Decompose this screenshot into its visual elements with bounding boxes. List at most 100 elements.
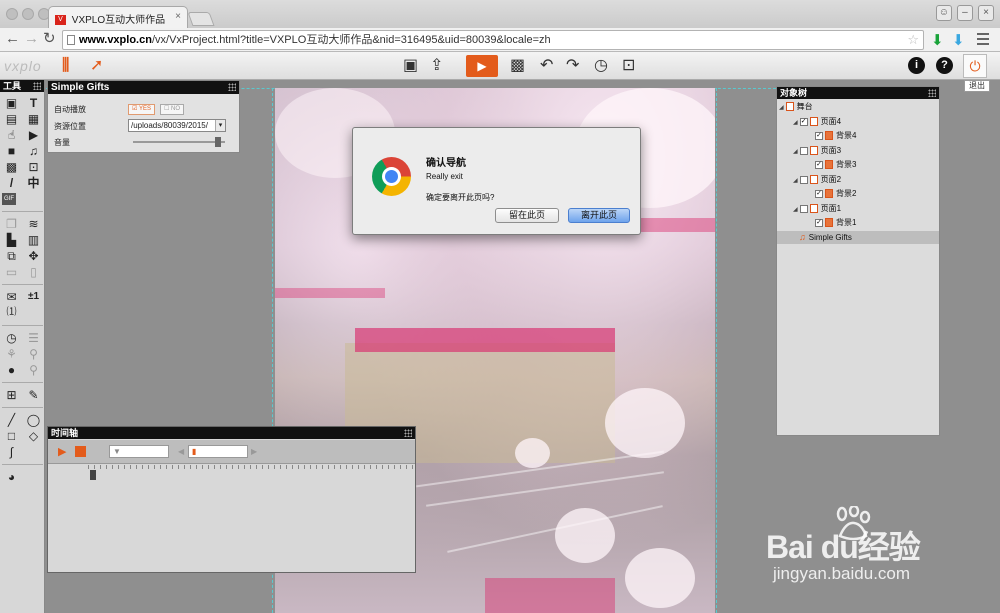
move-icon[interactable]: ✥ — [24, 248, 43, 264]
curve-icon[interactable]: ∫ — [2, 444, 21, 460]
visibility-checkbox[interactable]: ✓ — [815, 218, 823, 227]
tree-node-page[interactable]: ◢ 页面2 — [793, 173, 841, 186]
undo-icon[interactable]: ↶ — [540, 55, 553, 77]
browser-menu-icon[interactable] — [977, 33, 989, 48]
new-tab-button[interactable] — [187, 12, 215, 26]
ellipse-icon[interactable]: ◯ — [24, 412, 43, 428]
timeline-frame-field[interactable]: ▮ — [188, 445, 248, 458]
monitor-icon[interactable]: ▭ — [2, 264, 21, 280]
autoplay-yes-toggle[interactable]: ☑ YES — [128, 104, 155, 115]
qrcode-icon[interactable]: ▩ — [510, 55, 525, 77]
counter-icon[interactable]: ⑴ — [2, 305, 21, 321]
minimize-window-icon[interactable] — [22, 8, 34, 20]
apple-icon[interactable]: ● — [2, 362, 21, 378]
panel-grip-icon[interactable] — [33, 82, 41, 90]
download-arrow-icon[interactable]: ⬇ — [931, 31, 944, 49]
tree-node-background[interactable]: ✓ 背景4 — [815, 129, 856, 142]
image-icon[interactable]: ▣ — [2, 95, 21, 111]
preview-play-button[interactable]: ▶ — [466, 55, 498, 77]
back-icon[interactable]: ← — [5, 31, 20, 47]
share-icon[interactable]: ◕ — [2, 469, 21, 485]
panel-grip-icon[interactable] — [404, 429, 412, 437]
runner-icon[interactable]: ⚘ — [2, 346, 21, 362]
rect-icon[interactable]: □ — [2, 428, 21, 444]
edit-icon[interactable]: ✎ — [24, 387, 43, 403]
volume-slider-handle[interactable] — [215, 137, 221, 147]
comment-icon[interactable]: ✉ — [2, 289, 21, 305]
visibility-checkbox[interactable] — [799, 146, 808, 155]
tree-node-background[interactable]: ✓ 背景1 — [815, 216, 856, 229]
close-window-icon[interactable] — [6, 8, 18, 20]
panel-grip-icon[interactable] — [228, 83, 236, 91]
add-page-icon[interactable]: ▙ — [2, 232, 21, 248]
leave-page-button[interactable]: 离开此页 — [568, 208, 630, 223]
layers-icon[interactable]: ≋ — [24, 216, 43, 232]
slides-icon[interactable]: ▥ — [24, 232, 43, 248]
tree-node-background[interactable]: ✓ 背景3 — [815, 158, 856, 171]
visibility-checkbox[interactable] — [799, 204, 808, 213]
export-icon[interactable]: ⇪ — [430, 55, 443, 77]
tree-node-page[interactable]: ◢ ✓ 页面4 — [793, 115, 841, 128]
qrcode-icon[interactable]: ▩ — [2, 159, 21, 175]
tree-node-background[interactable]: ✓ 背景2 — [815, 187, 856, 200]
phone-icon[interactable]: ▯ — [24, 264, 43, 280]
forward-icon[interactable]: → — [24, 31, 39, 47]
plus-minus-icon[interactable]: ±1 — [24, 289, 43, 305]
history-icon[interactable]: ◷ — [594, 55, 608, 77]
profile-icon[interactable]: ☺ — [935, 5, 952, 21]
reload-icon[interactable]: ↻ — [43, 31, 56, 47]
line-icon[interactable]: ╱ — [2, 412, 21, 428]
video-icon[interactable]: ■ — [2, 143, 21, 159]
timeline-ruler[interactable] — [48, 465, 415, 475]
tree-node-audio-selected[interactable]: ♫ Simple Gifts — [777, 231, 939, 244]
page-icon[interactable]: ▤ — [2, 111, 21, 127]
chinese-text-icon[interactable]: 中 — [24, 175, 43, 191]
visibility-checkbox[interactable]: ✓ — [815, 189, 823, 198]
tree-node-stage[interactable]: ◢ 舞台 — [779, 100, 813, 113]
library-icon[interactable]: ⫼ — [62, 55, 69, 77]
timeline-playhead[interactable] — [90, 470, 96, 480]
tree-node-page[interactable]: ◢ 页面1 — [793, 202, 841, 215]
copy-icon[interactable]: ❐ — [2, 216, 21, 232]
tab-close-icon[interactable]: × — [175, 11, 181, 22]
collapse-triangle-icon[interactable]: ◢ — [793, 207, 798, 213]
extension-arrow-icon[interactable]: ⬇ — [952, 31, 965, 49]
table-icon[interactable]: ⊞ — [2, 387, 21, 403]
save-icon[interactable]: ▣ — [403, 55, 418, 77]
text-icon[interactable]: T — [24, 95, 43, 111]
stack-icon[interactable]: ⧉ — [2, 248, 21, 264]
next-keyframe-icon[interactable]: ▶ — [251, 446, 257, 458]
sliders-icon[interactable]: ☰ — [24, 330, 43, 346]
url-field[interactable]: www.vxplo.cn/vx/VxProject.html?title=VXP… — [62, 30, 924, 50]
music-icon[interactable]: ♫ — [24, 143, 43, 159]
timer-icon[interactable]: ◷ — [2, 330, 21, 346]
publish-rocket-icon[interactable]: ➚ — [90, 55, 103, 77]
diamond-icon[interactable]: ◇ — [24, 428, 43, 444]
gif-icon[interactable]: GIF — [2, 193, 16, 205]
timeline-start-field[interactable]: ▼ — [109, 445, 169, 458]
pin-icon[interactable]: ⚲ — [24, 362, 43, 378]
visibility-checkbox[interactable]: ✓ — [799, 117, 808, 126]
collapse-triangle-icon[interactable]: ◢ — [793, 178, 798, 184]
timeline-stop-icon[interactable] — [75, 446, 86, 457]
magic-wand-icon[interactable]: ⚲ — [24, 346, 43, 362]
visibility-checkbox[interactable]: ✓ — [815, 131, 823, 140]
screenshot-icon[interactable]: ⊡ — [622, 55, 635, 77]
tree-node-page[interactable]: ◢ 页面3 — [793, 144, 841, 157]
brush-icon[interactable]: / — [2, 175, 21, 191]
timeline-play-icon[interactable]: ▶ — [58, 446, 66, 458]
exit-power-button[interactable]: ⏻ — [963, 54, 987, 78]
frame-icon[interactable]: ⊡ — [24, 159, 43, 175]
bookmark-star-icon[interactable]: ☆ — [907, 31, 919, 49]
stay-on-page-button[interactable]: 留在此页 — [495, 208, 559, 223]
redo-icon[interactable]: ↷ — [566, 55, 579, 77]
visibility-checkbox[interactable] — [799, 175, 808, 184]
prev-keyframe-icon[interactable]: ◀ — [178, 446, 184, 458]
info-icon[interactable]: i — [908, 57, 925, 74]
collapse-triangle-icon[interactable]: ◢ — [779, 105, 784, 111]
touch-icon[interactable]: ☝ — [2, 127, 21, 143]
autoplay-no-toggle[interactable]: ☐ NO — [160, 104, 185, 115]
source-path-select[interactable]: /uploads/80039/2015/ ▾ — [128, 119, 226, 132]
visibility-checkbox[interactable]: ✓ — [815, 160, 823, 169]
browser-tab[interactable]: V VXPLO互动大师作品 × — [48, 6, 188, 28]
